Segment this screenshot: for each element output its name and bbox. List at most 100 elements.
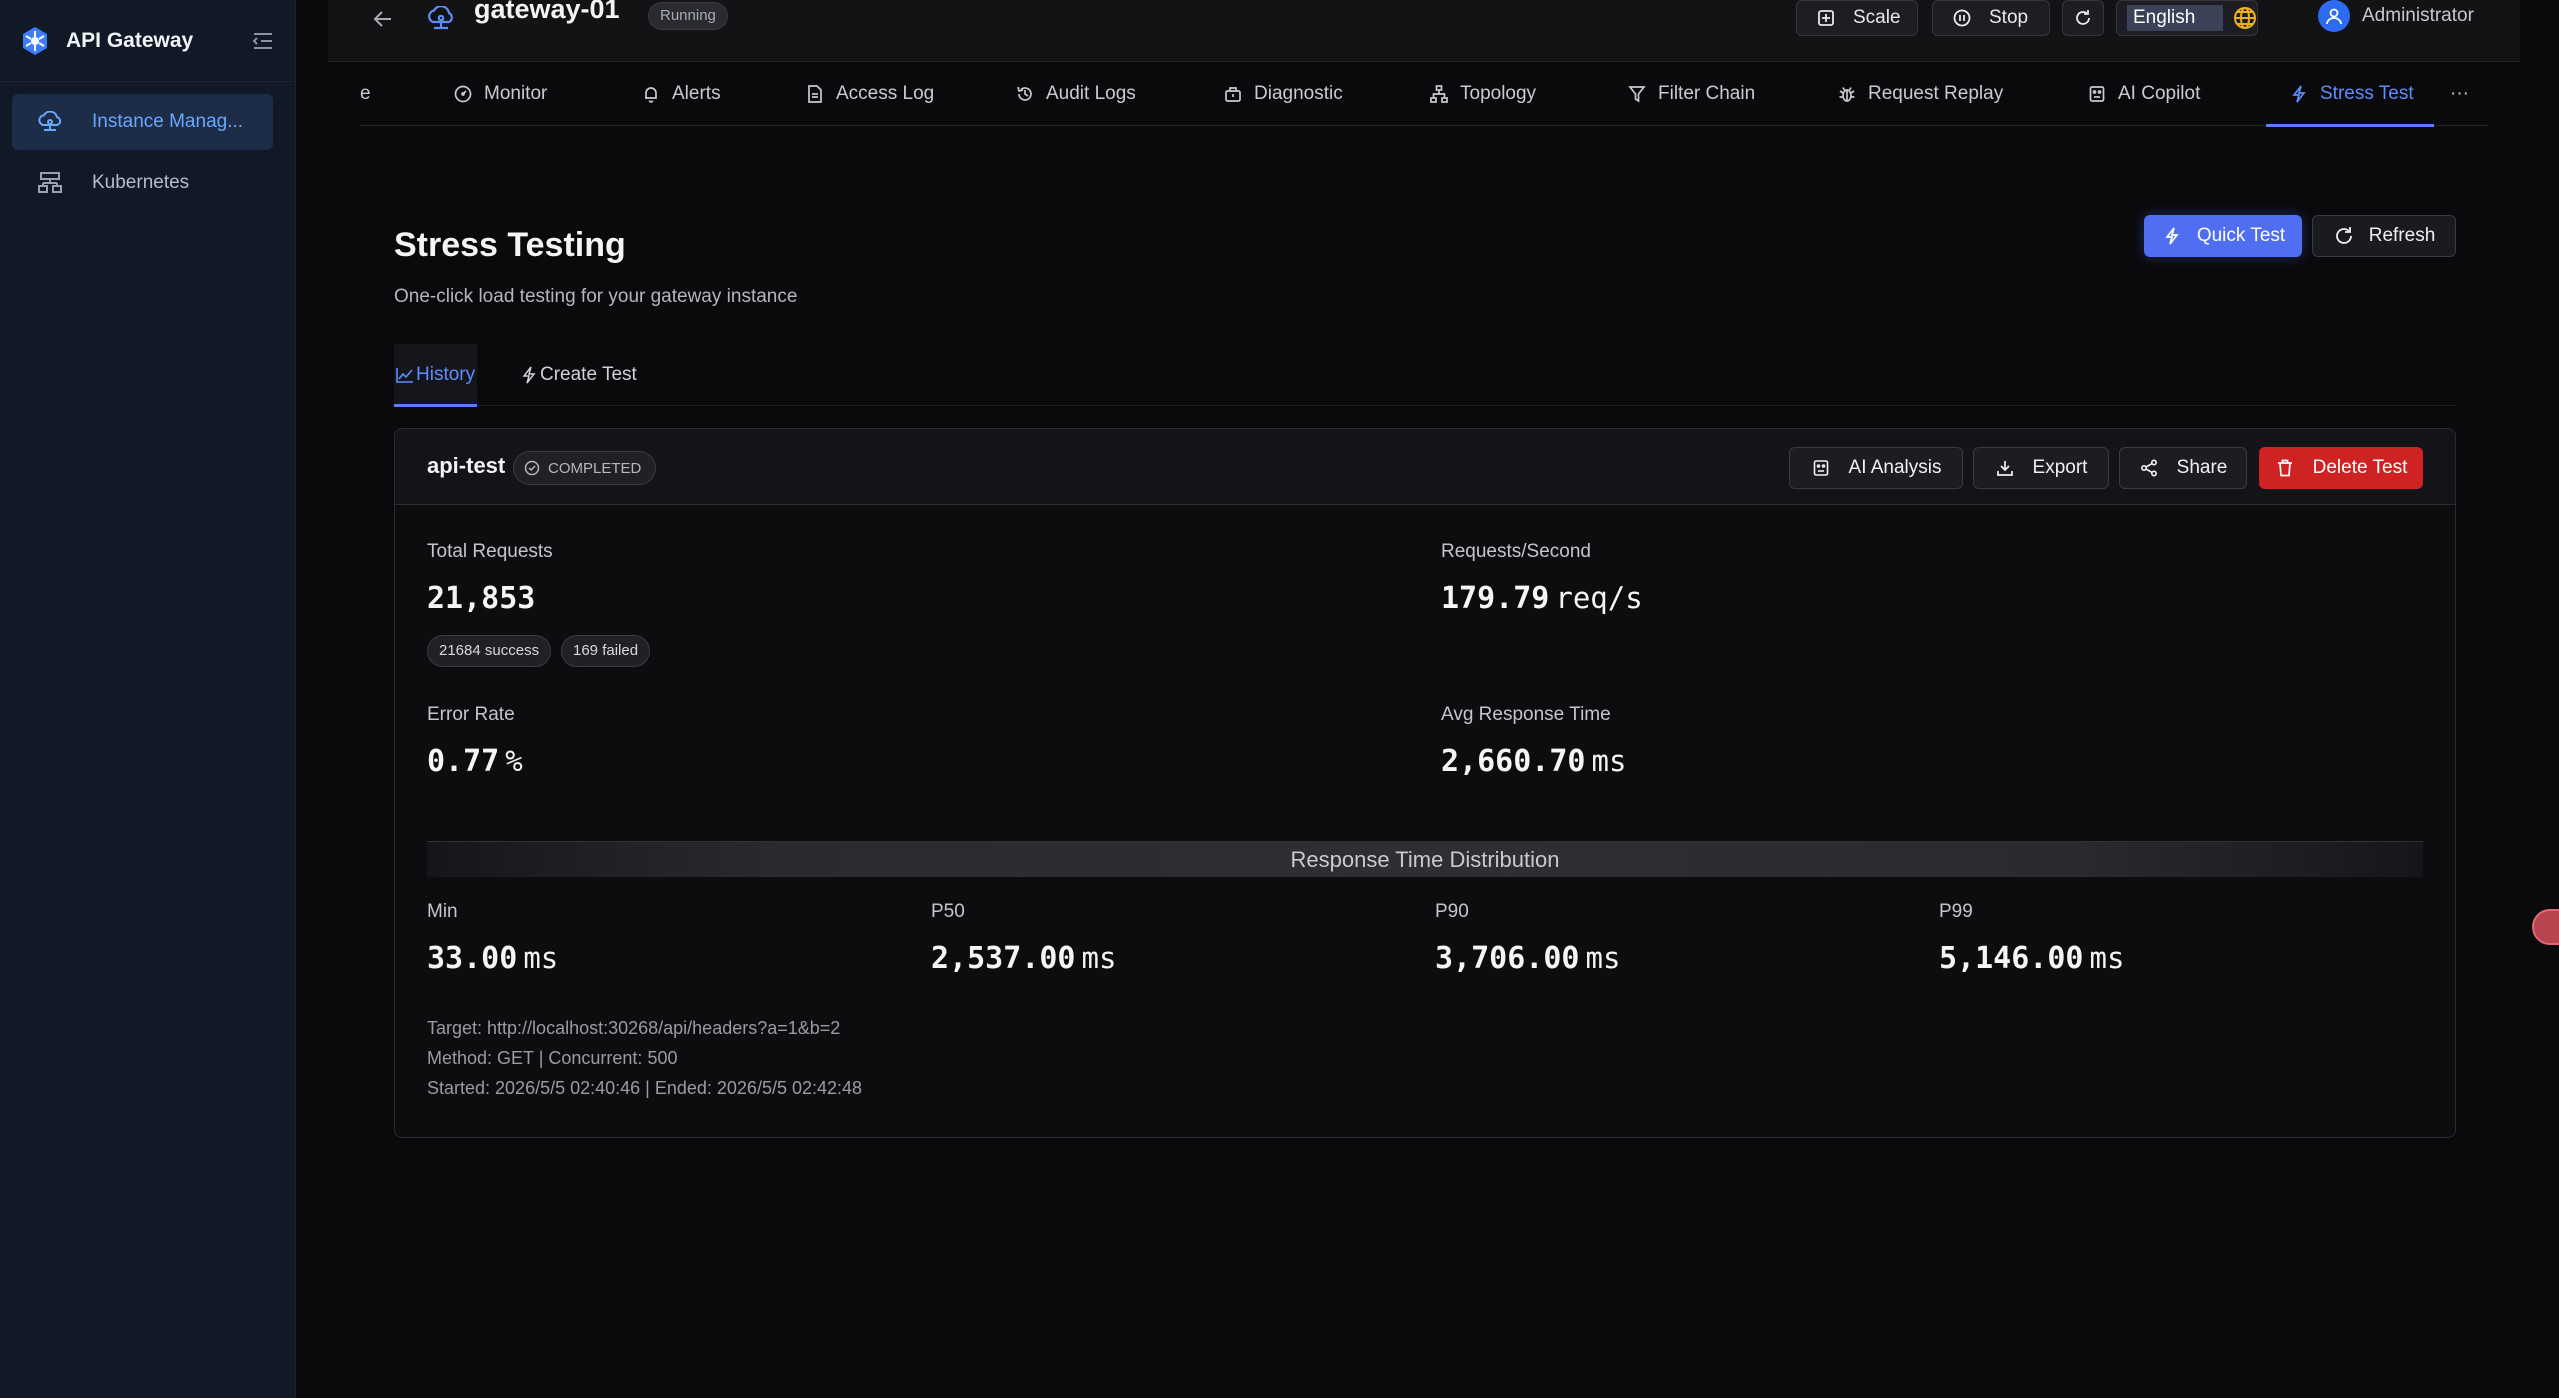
tab-label: Stress Test bbox=[2320, 83, 2414, 104]
tab-monitor[interactable]: Monitor bbox=[452, 62, 547, 126]
subtab-history[interactable]: History bbox=[394, 344, 478, 407]
quick-test-label: Quick Test bbox=[2196, 225, 2286, 246]
time-line: Started: 2026/5/5 02:40:46 | Ended: 2026… bbox=[427, 1078, 863, 1098]
stress-test-card: api-test COMPLETED AI Analysis Export Sh… bbox=[394, 428, 2456, 1138]
tab-more[interactable]: ··· bbox=[2450, 62, 2469, 126]
tab-access-log[interactable]: Access Log bbox=[804, 62, 934, 126]
stop-button-label: Stop bbox=[1989, 7, 2029, 28]
percentile-number: 3,706.00 bbox=[1435, 941, 1580, 976]
error-rate-value: 0.77 % bbox=[427, 744, 523, 779]
tab-label: Audit Logs bbox=[1046, 83, 1136, 104]
bolt-icon bbox=[520, 366, 538, 384]
avg-response-unit: ms bbox=[1591, 744, 1627, 778]
sidebar-item-label: Kubernetes bbox=[92, 172, 190, 193]
sidebar-header: API Gateway bbox=[0, 0, 295, 82]
language-select[interactable]: English bbox=[2116, 0, 2258, 36]
percentile-unit: ms bbox=[1585, 941, 1621, 975]
document-icon bbox=[804, 83, 826, 105]
subtab-label: Create Test bbox=[540, 364, 637, 385]
scale-button-label: Scale bbox=[1853, 7, 1901, 28]
failed-count-chip: 169 failed bbox=[561, 635, 651, 667]
percentile-value-min: 33.00 ms bbox=[427, 941, 558, 976]
error-rate-number: 0.77 bbox=[427, 744, 500, 779]
error-rate-label: Error Rate bbox=[427, 704, 515, 725]
percentile-unit: ms bbox=[2089, 941, 2125, 975]
sidebar-item-kubernetes[interactable]: Kubernetes bbox=[12, 155, 273, 211]
tab-filter-chain[interactable]: Filter Chain bbox=[1626, 62, 1755, 126]
subtab-label: History bbox=[416, 364, 476, 385]
app-title: API Gateway bbox=[66, 28, 194, 52]
robot-icon bbox=[1811, 458, 1831, 478]
avg-response-label: Avg Response Time bbox=[1441, 704, 1611, 725]
tab-audit-logs[interactable]: Audit Logs bbox=[1014, 62, 1136, 126]
percentile-label-p99: P99 bbox=[1939, 901, 1973, 922]
page-subtitle: One-click load testing for your gateway … bbox=[394, 286, 798, 307]
subtab-create-test[interactable]: Create Test bbox=[520, 344, 637, 406]
user-avatar-icon bbox=[2318, 0, 2350, 32]
delete-test-button[interactable]: Delete Test bbox=[2259, 447, 2423, 489]
refresh-button[interactable]: Refresh bbox=[2312, 215, 2456, 257]
tab-label: Diagnostic bbox=[1254, 83, 1343, 104]
user-menu[interactable]: Administrator bbox=[2318, 0, 2474, 32]
history-icon bbox=[1014, 83, 1036, 105]
tab-request-replay[interactable]: Request Replay bbox=[1836, 62, 2003, 126]
tab-label: e bbox=[360, 83, 371, 104]
ai-analysis-button[interactable]: AI Analysis bbox=[1789, 447, 1963, 489]
tab-diagnostic[interactable]: Diagnostic bbox=[1222, 62, 1343, 126]
gateway-name: gateway-01 bbox=[474, 0, 620, 24]
stop-button[interactable]: Stop bbox=[1932, 0, 2050, 36]
total-requests-label: Total Requests bbox=[427, 541, 553, 562]
refresh-icon bbox=[2333, 225, 2355, 247]
bell-icon bbox=[640, 83, 662, 105]
tab-overflow-left[interactable]: e bbox=[360, 62, 371, 126]
reload-button[interactable] bbox=[2062, 0, 2104, 36]
sidebar-item-label: Instance Manag... bbox=[92, 111, 244, 132]
refresh-label: Refresh bbox=[2368, 225, 2436, 246]
refresh-icon bbox=[2072, 7, 2094, 29]
topology-icon bbox=[1428, 83, 1450, 105]
test-status-badge: COMPLETED bbox=[513, 451, 657, 485]
tab-label: Monitor bbox=[484, 83, 548, 104]
percentile-unit: ms bbox=[523, 941, 559, 975]
line-chart-icon bbox=[396, 366, 414, 384]
quick-test-button[interactable]: Quick Test bbox=[2144, 215, 2302, 257]
total-requests-value: 21,853 bbox=[427, 581, 535, 616]
toolbox-icon bbox=[1222, 83, 1244, 105]
rps-value: 179.79 req/s bbox=[1441, 581, 1643, 616]
back-arrow-icon[interactable] bbox=[368, 4, 398, 34]
floating-assistant-button[interactable] bbox=[2532, 909, 2559, 945]
tab-alerts[interactable]: Alerts bbox=[640, 62, 721, 126]
export-button[interactable]: Export bbox=[1973, 447, 2109, 489]
more-icon: ··· bbox=[2450, 83, 2469, 104]
tab-label: Access Log bbox=[836, 83, 935, 104]
share-button[interactable]: Share bbox=[2119, 447, 2247, 489]
instance-tabs: e Monitor Alerts Access Log Audit Logs D… bbox=[360, 62, 2488, 127]
error-rate-unit: % bbox=[505, 744, 523, 778]
percentile-label-min: Min bbox=[427, 901, 458, 922]
tab-label: AI Copilot bbox=[2118, 83, 2201, 104]
tab-topology[interactable]: Topology bbox=[1428, 62, 1536, 126]
percentile-unit: ms bbox=[1081, 941, 1117, 975]
sidebar-item-instance-management[interactable]: Instance Manag... bbox=[12, 94, 273, 150]
gateway-cloud-icon bbox=[424, 2, 458, 36]
tab-stress-test[interactable]: Stress Test bbox=[2266, 62, 2434, 127]
cluster-icon bbox=[36, 169, 64, 197]
test-name: api-test bbox=[427, 453, 506, 478]
avg-response-number: 2,660.70 bbox=[1441, 744, 1586, 779]
gauge-icon bbox=[452, 83, 474, 105]
tab-ai-copilot[interactable]: AI Copilot bbox=[2086, 62, 2200, 126]
distribution-title: Response Time Distribution bbox=[1290, 846, 1560, 872]
total-requests-number: 21,853 bbox=[427, 581, 536, 616]
bug-icon bbox=[1836, 83, 1858, 105]
page-title: Stress Testing bbox=[394, 226, 626, 264]
share-label: Share bbox=[2176, 457, 2228, 478]
delete-test-label: Delete Test bbox=[2312, 457, 2408, 478]
export-label: Export bbox=[2032, 457, 2088, 478]
percentile-value-p99: 5,146.00 ms bbox=[1939, 941, 2124, 976]
avg-response-value: 2,660.70 ms bbox=[1441, 744, 1626, 779]
ai-analysis-label: AI Analysis bbox=[1848, 457, 1942, 478]
tab-label: Request Replay bbox=[1868, 83, 2004, 104]
filter-icon bbox=[1626, 83, 1648, 105]
sidebar-collapse-icon[interactable] bbox=[249, 27, 277, 55]
scale-button[interactable]: Scale bbox=[1796, 0, 1918, 36]
